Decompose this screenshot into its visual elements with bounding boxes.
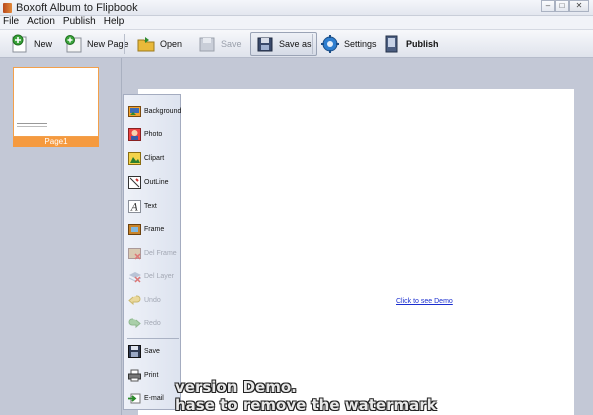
gear-icon bbox=[320, 34, 340, 54]
background-tool[interactable]: Background bbox=[128, 103, 181, 119]
publish-label: Publish bbox=[406, 39, 439, 49]
print-icon bbox=[128, 369, 141, 382]
new-page-icon bbox=[63, 34, 83, 54]
outline-tool[interactable]: OutLine bbox=[128, 174, 169, 190]
menu-action[interactable]: Action bbox=[23, 16, 59, 29]
title-bar: Boxoft Album to Flipbook – □ ✕ bbox=[0, 0, 593, 16]
window-title: Boxoft Album to Flipbook bbox=[16, 2, 138, 14]
open-button[interactable]: Open bbox=[136, 32, 182, 56]
new-label: New bbox=[34, 39, 53, 49]
pages-panel: Page1 bbox=[0, 58, 122, 415]
del-frame-label: Del Frame bbox=[144, 249, 177, 257]
save-as-button[interactable]: Save as bbox=[250, 32, 317, 56]
delete-layer-icon bbox=[128, 270, 142, 283]
clipart-tool[interactable]: Clipart bbox=[128, 150, 164, 166]
save-label: Save bbox=[144, 347, 160, 355]
text-icon: A bbox=[128, 199, 141, 213]
canvas-page[interactable] bbox=[138, 89, 574, 415]
toolbar: New New Page Open Save Save as Settings bbox=[0, 29, 593, 58]
outline-icon bbox=[128, 175, 141, 189]
del-frame-tool[interactable]: Del Frame bbox=[128, 245, 177, 261]
undo-tool[interactable]: Undo bbox=[128, 292, 161, 308]
toolbar-separator bbox=[124, 34, 125, 54]
photo-icon bbox=[128, 127, 141, 141]
save-icon bbox=[197, 34, 217, 54]
frame-tool[interactable]: Frame bbox=[128, 221, 164, 237]
redo-label: Redo bbox=[144, 319, 161, 327]
publish-icon bbox=[382, 34, 402, 54]
clipart-icon bbox=[128, 151, 141, 165]
settings-button[interactable]: Settings bbox=[320, 32, 377, 56]
close-icon[interactable]: ✕ bbox=[569, 0, 589, 12]
photo-label: Photo bbox=[144, 130, 163, 138]
save-tool[interactable]: Save bbox=[128, 343, 160, 359]
palette-separator bbox=[127, 338, 179, 339]
email-tool[interactable]: E-mail bbox=[128, 390, 164, 406]
frame-icon bbox=[128, 223, 141, 236]
svg-text:A: A bbox=[130, 202, 138, 213]
demo-link[interactable]: Click to see Demo bbox=[396, 298, 453, 305]
menu-help[interactable]: Help bbox=[100, 16, 129, 29]
save-as-label: Save as bbox=[279, 39, 312, 49]
menu-file[interactable]: File bbox=[0, 16, 23, 29]
app-icon bbox=[3, 3, 12, 13]
page-thumbnail[interactable] bbox=[13, 67, 99, 137]
open-label: Open bbox=[160, 39, 183, 49]
text-tool[interactable]: A Text bbox=[128, 198, 157, 214]
save-label: Save bbox=[221, 39, 242, 49]
save-icon bbox=[128, 344, 141, 358]
photo-tool[interactable]: Photo bbox=[128, 126, 162, 142]
page-thumbnail-label[interactable]: Page1 bbox=[13, 137, 99, 147]
redo-icon bbox=[128, 317, 141, 330]
new-icon bbox=[10, 34, 30, 54]
minimize-icon[interactable]: – bbox=[541, 0, 555, 12]
watermark-line-1: version Demo. bbox=[175, 378, 297, 396]
toolbar-separator bbox=[312, 34, 313, 54]
new-page-label: New Page bbox=[87, 39, 129, 49]
clipart-label: Clipart bbox=[144, 154, 165, 162]
thumbnail-text bbox=[17, 123, 47, 127]
settings-label: Settings bbox=[344, 39, 377, 49]
folder-icon bbox=[136, 34, 156, 54]
tool-palette: Background Photo Clipart OutLine A Text … bbox=[123, 94, 181, 410]
text-label: Text bbox=[144, 202, 157, 210]
del-layer-tool[interactable]: Del Layer bbox=[128, 268, 174, 284]
background-icon bbox=[128, 105, 141, 118]
new-page-button[interactable]: New Page bbox=[63, 32, 129, 56]
publish-button[interactable]: Publish bbox=[382, 32, 439, 56]
print-label: Print bbox=[144, 371, 159, 379]
save-as-icon bbox=[255, 34, 275, 54]
outline-label: OutLine bbox=[144, 178, 169, 186]
email-icon bbox=[128, 392, 141, 405]
menu-bar: File Action Publish Help bbox=[0, 16, 593, 29]
print-tool[interactable]: Print bbox=[128, 367, 158, 383]
undo-icon bbox=[128, 294, 141, 307]
undo-label: Undo bbox=[144, 296, 161, 304]
new-button[interactable]: New bbox=[10, 32, 52, 56]
email-label: E-mail bbox=[144, 394, 164, 402]
window-controls: – □ ✕ bbox=[541, 0, 589, 12]
background-label: Background bbox=[144, 107, 182, 115]
maximize-icon[interactable]: □ bbox=[555, 0, 569, 12]
frame-label: Frame bbox=[144, 225, 165, 233]
del-layer-label: Del Layer bbox=[144, 272, 174, 280]
watermark-line-2: hase to remove the watermark bbox=[175, 396, 437, 414]
delete-frame-icon bbox=[128, 247, 141, 260]
save-button[interactable]: Save bbox=[197, 32, 242, 56]
menu-publish[interactable]: Publish bbox=[59, 16, 100, 29]
redo-tool[interactable]: Redo bbox=[128, 315, 161, 331]
